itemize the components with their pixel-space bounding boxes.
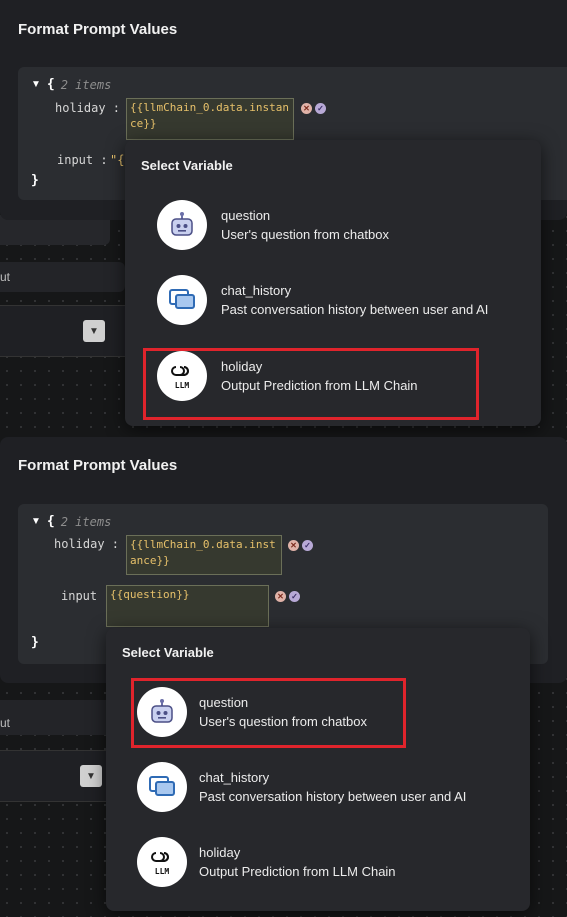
item-count: 2 items: [60, 514, 112, 529]
close-brace: }: [31, 173, 39, 188]
option-description: Past conversation history between user a…: [199, 789, 467, 804]
collapse-triangle-icon[interactable]: ▼: [31, 516, 41, 527]
variable-option-chat-history[interactable]: chat_history Past conversation history b…: [137, 762, 466, 812]
select-bar: ▼: [0, 750, 110, 802]
chat-bubbles-icon: [157, 275, 207, 325]
select-variable-popup: Select Variable question User's question…: [125, 140, 541, 426]
chevron-down-icon[interactable]: ▼: [83, 320, 105, 342]
llm-chain-icon: LLM: [157, 351, 207, 401]
value-textarea-holiday[interactable]: {{llmChain_0.data.instance}}: [126, 98, 294, 140]
delete-icon[interactable]: ✕: [275, 591, 286, 602]
open-brace: {: [46, 514, 55, 529]
popup-title: Select Variable: [122, 645, 214, 660]
side-label: ut: [0, 270, 11, 284]
option-name: chat_history: [199, 770, 270, 785]
confirm-icon[interactable]: ✓: [289, 591, 300, 602]
value-input-partial[interactable]: "{: [110, 153, 124, 167]
llm-chain-icon: LLM: [137, 837, 187, 887]
option-description: User's question from chatbox: [199, 714, 367, 729]
chevron-down-icon[interactable]: ▼: [80, 765, 102, 787]
key-input: input :: [57, 153, 108, 167]
item-count: 2 items: [60, 77, 112, 92]
variable-option-holiday[interactable]: LLM holiday Output Prediction from LLM C…: [157, 351, 418, 401]
robot-icon: [137, 687, 187, 737]
key-holiday: holiday :: [54, 537, 120, 551]
chat-bubbles-icon: [137, 762, 187, 812]
llm-icon-label: LLM: [155, 867, 170, 876]
variable-option-question[interactable]: question User's question from chatbox: [137, 687, 367, 737]
delete-icon[interactable]: ✕: [301, 103, 312, 114]
collapse-triangle-icon[interactable]: ▼: [31, 79, 41, 90]
variable-option-holiday[interactable]: LLM holiday Output Prediction from LLM C…: [137, 837, 396, 887]
select-variable-popup: Select Variable question User's question…: [106, 628, 530, 911]
panel-title: Format Prompt Values: [18, 457, 178, 474]
option-description: User's question from chatbox: [221, 227, 389, 242]
option-description: Output Prediction from LLM Chain: [199, 864, 396, 879]
option-name: question: [221, 208, 271, 223]
key-input: input :: [61, 589, 112, 603]
option-name: question: [199, 695, 249, 710]
option-name: holiday: [221, 359, 263, 374]
delete-icon[interactable]: ✕: [288, 540, 299, 551]
confirm-icon[interactable]: ✓: [302, 540, 313, 551]
node-fragment: ut: [0, 262, 125, 292]
variable-option-chat-history[interactable]: chat_history Past conversation history b…: [157, 275, 488, 325]
close-brace: }: [31, 635, 39, 650]
confirm-icon[interactable]: ✓: [315, 103, 326, 114]
llm-icon-label: LLM: [175, 381, 190, 390]
open-brace: {: [46, 77, 55, 92]
option-description: Output Prediction from LLM Chain: [221, 378, 418, 393]
key-holiday: holiday :: [55, 101, 121, 115]
value-textarea-holiday[interactable]: {{llmChain_0.data.instance}}: [126, 535, 282, 575]
option-name: chat_history: [221, 283, 292, 298]
popup-title: Select Variable: [141, 158, 233, 173]
value-textarea-input[interactable]: {{question}}: [106, 585, 269, 627]
robot-icon: [157, 200, 207, 250]
side-label: ut: [0, 716, 11, 730]
variable-option-question[interactable]: question User's question from chatbox: [157, 200, 389, 250]
option-description: Past conversation history between user a…: [221, 302, 489, 317]
select-bar: ▼: [0, 305, 125, 357]
option-name: holiday: [199, 845, 241, 860]
panel-title: Format Prompt Values: [18, 21, 178, 38]
